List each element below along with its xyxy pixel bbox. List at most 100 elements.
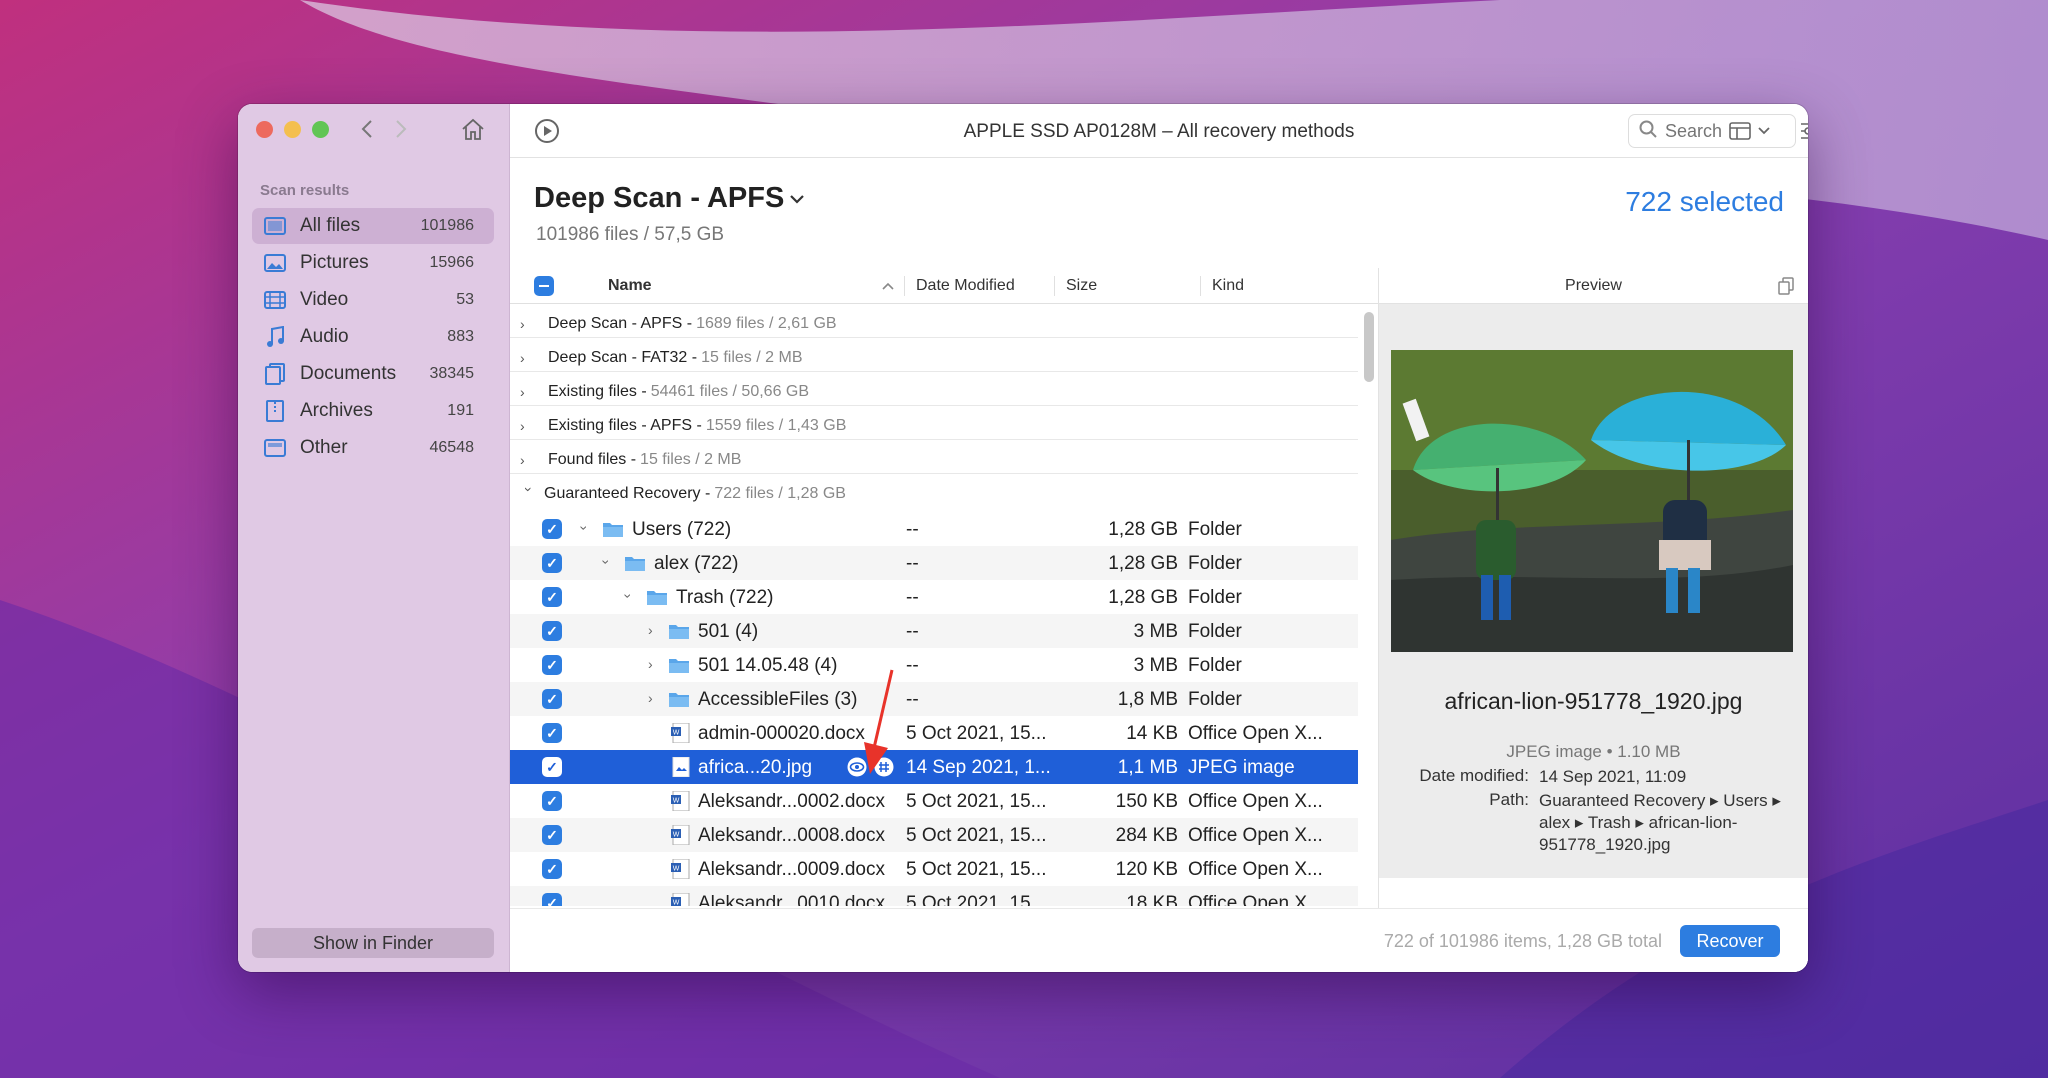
row-checkbox[interactable]: ✓ bbox=[542, 587, 562, 607]
minimize-window-button[interactable] bbox=[284, 121, 301, 138]
svg-text:W: W bbox=[673, 730, 680, 737]
table-row-selected[interactable]: ✓ africa...20.jpg 14 Sep 2021, 1... 1,1 … bbox=[510, 750, 1358, 784]
row-checkbox[interactable]: ✓ bbox=[542, 621, 562, 641]
svg-text:W: W bbox=[673, 798, 680, 805]
table-row[interactable]: ✓ W admin-000020.docx 5 Oct 2021, 15... … bbox=[510, 716, 1358, 750]
chevron-down-icon[interactable]: › bbox=[598, 560, 614, 565]
archives-icon bbox=[264, 400, 286, 422]
chevron-down-icon[interactable]: › bbox=[576, 526, 592, 531]
filter-sliders-icon[interactable] bbox=[1798, 116, 1808, 146]
row-checkbox[interactable]: ✓ bbox=[542, 757, 562, 777]
copy-icon[interactable] bbox=[1778, 277, 1794, 300]
row-checkbox[interactable]: ✓ bbox=[542, 825, 562, 845]
column-separator[interactable] bbox=[904, 276, 905, 296]
folder-icon bbox=[625, 557, 645, 571]
group-row[interactable]: › Existing files - APFS -1559 files / 1,4… bbox=[510, 412, 1358, 440]
table-header: Name Date Modified Size Kind bbox=[510, 268, 1378, 304]
tag-icon[interactable] bbox=[874, 757, 894, 783]
chevron-right-icon[interactable]: › bbox=[510, 452, 534, 468]
scan-title: Deep Scan - APFS bbox=[534, 182, 785, 214]
search-field[interactable] bbox=[1628, 114, 1796, 148]
chevron-right-icon[interactable]: › bbox=[648, 622, 653, 638]
chevron-right-icon[interactable] bbox=[388, 116, 414, 142]
select-all-checkbox[interactable] bbox=[534, 268, 554, 304]
sidebar-item-video[interactable]: Video 53 bbox=[252, 282, 494, 318]
chevron-right-icon[interactable]: › bbox=[510, 418, 534, 434]
sidebar-item-audio[interactable]: Audio 883 bbox=[252, 319, 494, 355]
sidebar-item-pictures[interactable]: Pictures 15966 bbox=[252, 245, 494, 281]
column-separator[interactable] bbox=[1200, 276, 1201, 296]
row-checkbox[interactable]: ✓ bbox=[542, 689, 562, 709]
table-row[interactable]: ✓ W Aleksandr...0010.docx 5 Oct 2021, 15… bbox=[510, 886, 1358, 906]
sidebar-item-label: Documents bbox=[300, 363, 397, 384]
column-kind[interactable]: Kind bbox=[1212, 268, 1244, 304]
sidebar-item-other[interactable]: Other 46548 bbox=[252, 430, 494, 466]
chevron-right-icon[interactable]: › bbox=[510, 350, 534, 366]
search-input[interactable] bbox=[1665, 120, 1775, 142]
row-checkbox[interactable]: ✓ bbox=[542, 723, 562, 743]
eye-preview-icon[interactable] bbox=[846, 757, 868, 783]
table-row[interactable]: ✓ W Aleksandr...0002.docx 5 Oct 2021, 15… bbox=[510, 784, 1358, 818]
table-row[interactable]: ✓ › 501 (4) -- 3 MB Folder bbox=[510, 614, 1358, 648]
sort-ascending-icon[interactable] bbox=[882, 268, 894, 304]
chevron-down-icon[interactable]: › bbox=[521, 487, 537, 501]
footer-bar: 722 of 101986 items, 1,28 GB total Recov… bbox=[510, 908, 1808, 972]
row-checkbox[interactable]: ✓ bbox=[542, 791, 562, 811]
word-document-icon: W bbox=[671, 825, 690, 845]
list-scrollbar[interactable] bbox=[1364, 312, 1374, 382]
sidebar-item-count: 883 bbox=[447, 328, 474, 345]
column-separator[interactable] bbox=[1054, 276, 1055, 296]
path-label: Path: bbox=[1489, 790, 1529, 809]
column-name[interactable]: Name bbox=[608, 268, 652, 304]
close-window-button[interactable] bbox=[256, 121, 273, 138]
sidebar-item-count: 53 bbox=[456, 291, 474, 308]
zoom-window-button[interactable] bbox=[312, 121, 329, 138]
chevron-right-icon[interactable]: › bbox=[510, 316, 534, 332]
table-row[interactable]: ✓ › Trash (722) -- 1,28 GB Folder bbox=[510, 580, 1358, 614]
show-in-finder-button[interactable]: Show in Finder bbox=[252, 928, 494, 958]
video-icon bbox=[264, 289, 286, 311]
play-circle-icon[interactable] bbox=[532, 116, 562, 146]
sidebar-item-documents[interactable]: Documents 38345 bbox=[252, 356, 494, 392]
table-row[interactable]: ✓ › alex (722) -- 1,28 GB Folder bbox=[510, 546, 1358, 580]
svg-text:W: W bbox=[673, 866, 680, 873]
chevron-left-icon[interactable] bbox=[354, 116, 380, 142]
row-checkbox[interactable]: ✓ bbox=[542, 519, 562, 539]
scan-title-dropdown[interactable]: Deep Scan - APFS bbox=[534, 182, 805, 215]
chevron-down-icon[interactable]: › bbox=[620, 594, 636, 599]
row-checkbox[interactable]: ✓ bbox=[542, 553, 562, 573]
column-date-modified[interactable]: Date Modified bbox=[916, 268, 1015, 304]
sidebar-item-archives[interactable]: Archives 191 bbox=[252, 393, 494, 429]
path-value: Guaranteed Recovery ▸ Users ▸ alex ▸ Tra… bbox=[1539, 791, 1781, 854]
row-checkbox[interactable]: ✓ bbox=[542, 655, 562, 675]
table-row[interactable]: ✓ › Users (722) -- 1,28 GB Folder bbox=[510, 512, 1358, 546]
group-row[interactable]: › Existing files -54461 files / 50,66 GB bbox=[510, 378, 1358, 406]
column-size[interactable]: Size bbox=[1066, 268, 1097, 304]
table-row[interactable]: ✓ › 501 14.05.48 (4) -- 3 MB Folder bbox=[510, 648, 1358, 682]
table-row[interactable]: ✓ W Aleksandr...0009.docx 5 Oct 2021, 15… bbox=[510, 852, 1358, 886]
scan-subtitle: 101986 files / 57,5 GB bbox=[536, 224, 725, 245]
svg-text:W: W bbox=[673, 832, 680, 839]
sidebar-item-label: Audio bbox=[300, 326, 349, 347]
group-row[interactable]: › Deep Scan - FAT32 -15 files / 2 MB bbox=[510, 344, 1358, 372]
row-checkbox[interactable]: ✓ bbox=[542, 859, 562, 879]
sidebar-item-count: 38345 bbox=[429, 365, 475, 382]
chevron-right-icon[interactable]: › bbox=[510, 384, 534, 400]
other-icon bbox=[264, 437, 286, 459]
titlebar: APPLE SSD AP0128M – All recovery methods bbox=[510, 104, 1808, 158]
recover-button[interactable]: Recover bbox=[1680, 925, 1780, 957]
chevron-right-icon[interactable]: › bbox=[648, 690, 653, 706]
search-icon bbox=[1639, 120, 1657, 143]
date-modified-label: Date modified: bbox=[1419, 766, 1529, 785]
group-row-expanded[interactable]: › Guaranteed Recovery -722 files / 1,28 G… bbox=[510, 480, 1358, 508]
row-checkbox[interactable]: ✓ bbox=[542, 893, 562, 906]
home-icon[interactable] bbox=[460, 116, 486, 142]
group-row[interactable]: › Found files -15 files / 2 MB bbox=[510, 446, 1358, 474]
table-row[interactable]: ✓ W Aleksandr...0008.docx 5 Oct 2021, 15… bbox=[510, 818, 1358, 852]
preview-pane: Preview african-lion-951778_1920.jpg JPE… bbox=[1378, 268, 1808, 972]
folder-icon bbox=[669, 625, 689, 639]
group-row[interactable]: › Deep Scan - APFS -1689 files / 2,61 GB bbox=[510, 310, 1358, 338]
sidebar-item-all-files[interactable]: All files 101986 bbox=[252, 208, 494, 244]
chevron-right-icon[interactable]: › bbox=[648, 656, 653, 672]
table-row[interactable]: ✓ › AccessibleFiles (3) -- 1,8 MB Folder bbox=[510, 682, 1358, 716]
